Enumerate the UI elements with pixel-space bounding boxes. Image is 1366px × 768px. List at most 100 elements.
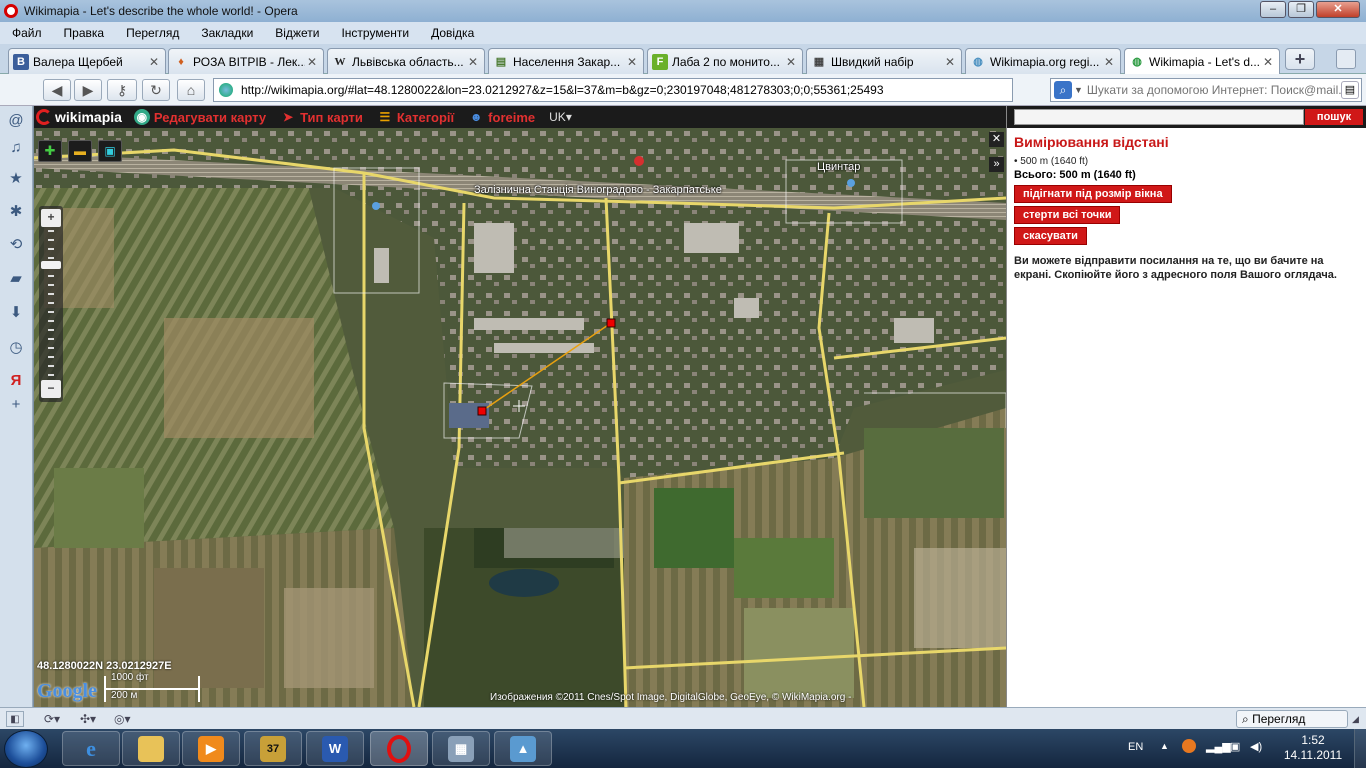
add-place-icon[interactable]: ✚ bbox=[38, 140, 62, 162]
url-input[interactable] bbox=[241, 83, 1012, 97]
trash-icon[interactable] bbox=[1336, 49, 1356, 69]
taskbar-calculator[interactable]: ▦ bbox=[432, 731, 490, 766]
key-icon[interactable]: ⚷ bbox=[107, 79, 137, 101]
tab-1[interactable]: В Валера Щербей ✕ bbox=[8, 48, 166, 74]
tray-app-icon[interactable] bbox=[1182, 739, 1196, 753]
menu-view[interactable]: Перегляд bbox=[126, 26, 179, 40]
taskbar-video[interactable]: 37 bbox=[244, 731, 302, 766]
edit-map-button[interactable]: ◉ Редагувати карту bbox=[133, 109, 266, 125]
music-icon[interactable]: ♫ bbox=[7, 139, 25, 157]
tab-7[interactable]: ◍ Wikimapia.org regi... ✕ bbox=[965, 48, 1121, 74]
downloads-icon[interactable]: ⬇ bbox=[7, 304, 25, 322]
taskbar-ie[interactable]: e bbox=[62, 731, 120, 766]
history-icon[interactable]: ◷ bbox=[7, 339, 25, 357]
tab-close-icon[interactable]: ✕ bbox=[305, 55, 319, 69]
zoom-slider[interactable]: + − bbox=[39, 206, 63, 402]
new-tab-button[interactable]: + bbox=[1285, 48, 1315, 70]
tab-speed-dial[interactable]: ▦ Швидкий набір ✕ bbox=[806, 48, 962, 74]
satellite-map[interactable]: Залізнична Станція Виноградово - Закарпа… bbox=[34, 128, 1006, 707]
notes-icon[interactable]: ▰ bbox=[7, 270, 25, 288]
search-button[interactable]: пошук bbox=[1305, 109, 1363, 125]
chevron-down-icon[interactable]: ▾ bbox=[566, 110, 572, 124]
close-button[interactable]: ✕ bbox=[1316, 1, 1360, 18]
start-button[interactable] bbox=[4, 730, 48, 768]
language-select[interactable]: UK bbox=[549, 110, 566, 124]
widgets-icon[interactable]: ✱ bbox=[7, 203, 25, 221]
zoom-track[interactable] bbox=[48, 230, 54, 376]
menu-file[interactable]: Файл bbox=[12, 26, 42, 40]
layers-icon[interactable]: ▣ bbox=[98, 140, 122, 162]
unite-icon[interactable]: ⟲ bbox=[7, 236, 25, 254]
tray-expand-icon[interactable]: ▲ bbox=[1160, 741, 1169, 751]
map-label-station[interactable]: Залізнична Станція Виноградово - Закарпа… bbox=[474, 184, 722, 196]
maximize-button[interactable]: ❐ bbox=[1288, 1, 1314, 18]
tab-2[interactable]: ♦ РОЗА ВІТРІВ - Лек... ✕ bbox=[168, 48, 324, 74]
search-field[interactable]: ⌕ ▼ ▤ bbox=[1050, 78, 1362, 102]
search-input[interactable] bbox=[1086, 83, 1341, 97]
taskbar-word[interactable]: W bbox=[306, 731, 364, 766]
search-options-icon[interactable]: ▤ bbox=[1341, 81, 1359, 99]
tray-icon[interactable]: ▣ bbox=[1230, 740, 1240, 753]
tab-close-icon[interactable]: ✕ bbox=[1102, 55, 1116, 69]
map-type-button[interactable]: ➤ Тип карти bbox=[280, 109, 363, 125]
close-map-overlay-icon[interactable]: ✕ bbox=[989, 132, 1004, 147]
menu-bookmarks[interactable]: Закладки bbox=[201, 26, 253, 40]
bookmarks-icon[interactable]: ★ bbox=[7, 170, 25, 188]
back-button[interactable]: ◀ bbox=[43, 79, 71, 101]
tab-close-icon[interactable]: ✕ bbox=[466, 55, 480, 69]
satellite-imagery[interactable] bbox=[34, 128, 1006, 707]
tab-close-icon[interactable]: ✕ bbox=[625, 55, 639, 69]
menu-widgets[interactable]: Віджети bbox=[275, 26, 319, 40]
panel-toggle-icon[interactable]: ◧ bbox=[6, 711, 24, 727]
cancel-button[interactable]: скасувати bbox=[1014, 227, 1087, 245]
clear-points-button[interactable]: стерти всі точки bbox=[1014, 206, 1121, 224]
tab-4[interactable]: ▤ Населення Закар... ✕ bbox=[488, 48, 644, 74]
clock[interactable]: 1:52 14.11.2011 bbox=[1278, 733, 1348, 763]
tab-close-icon[interactable]: ✕ bbox=[943, 55, 957, 69]
zoom-out-button[interactable]: − bbox=[41, 380, 61, 398]
taskbar-photo-viewer[interactable]: ▲ bbox=[494, 731, 552, 766]
tab-active[interactable]: ◍ Wikimapia - Let's d... ✕ bbox=[1124, 48, 1280, 74]
place-search-input[interactable] bbox=[1014, 109, 1304, 125]
taskbar-opera[interactable] bbox=[370, 731, 428, 766]
tab-5[interactable]: F Лаба 2 по монито... ✕ bbox=[647, 48, 803, 74]
zoom-handle[interactable] bbox=[41, 261, 61, 269]
mail-icon[interactable]: @ bbox=[7, 112, 25, 130]
add-panel-icon[interactable]: + bbox=[7, 396, 25, 414]
tab-label: Швидкий набір bbox=[831, 54, 914, 69]
tab-3[interactable]: W Львівська область... ✕ bbox=[327, 48, 485, 74]
search-engine-dropdown-icon[interactable]: ▼ bbox=[1074, 85, 1083, 95]
forward-button[interactable]: ▶ bbox=[74, 79, 102, 101]
tab-close-icon[interactable]: ✕ bbox=[147, 55, 161, 69]
tab-label: РОЗА ВІТРІВ - Лек... bbox=[193, 54, 305, 69]
fit-window-button[interactable]: підігнати під розмір вікна bbox=[1014, 185, 1172, 203]
tab-close-icon[interactable]: ✕ bbox=[784, 55, 798, 69]
show-desktop-button[interactable] bbox=[1354, 729, 1366, 768]
taskbar-media-player[interactable]: ▶ bbox=[182, 731, 240, 766]
volume-icon[interactable]: ◀) bbox=[1250, 740, 1262, 753]
address-field[interactable] bbox=[213, 78, 1013, 102]
turbo-icon[interactable]: ◎▾ bbox=[114, 711, 131, 727]
user-button[interactable]: ☻ foreime bbox=[468, 109, 535, 125]
categories-button[interactable]: ☰ Категорії bbox=[377, 109, 454, 125]
wikimapia-logo[interactable]: wikimapia bbox=[36, 109, 122, 125]
network-icon[interactable]: ▂▄▆ bbox=[1206, 740, 1231, 753]
yandex-icon[interactable]: Я bbox=[7, 372, 25, 390]
minimize-button[interactable]: – bbox=[1260, 1, 1286, 18]
unite-status-icon[interactable]: ✣▾ bbox=[80, 711, 96, 727]
taskbar-explorer[interactable] bbox=[122, 731, 180, 766]
menu-help[interactable]: Довідка bbox=[431, 26, 474, 40]
expand-panel-icon[interactable]: » bbox=[989, 157, 1004, 172]
sync-icon[interactable]: ⟳▾ bbox=[44, 711, 60, 727]
reload-button[interactable]: ↻ bbox=[142, 79, 170, 101]
home-button[interactable]: ⌂ bbox=[177, 79, 205, 101]
tab-close-icon[interactable]: ✕ bbox=[1261, 55, 1275, 69]
menu-edit[interactable]: Правка bbox=[64, 26, 105, 40]
language-indicator[interactable]: EN bbox=[1128, 741, 1143, 753]
search-icon[interactable]: ⌕ bbox=[1054, 81, 1072, 99]
zoom-level-select[interactable]: ⌕ Перегляд (100%) ▾ bbox=[1236, 710, 1348, 742]
map-label-cemetery[interactable]: Цвинтар bbox=[817, 161, 860, 173]
menu-tools[interactable]: Інструменти bbox=[341, 26, 409, 40]
ruler-icon[interactable]: ▬ bbox=[68, 140, 92, 162]
zoom-in-button[interactable]: + bbox=[41, 209, 61, 227]
